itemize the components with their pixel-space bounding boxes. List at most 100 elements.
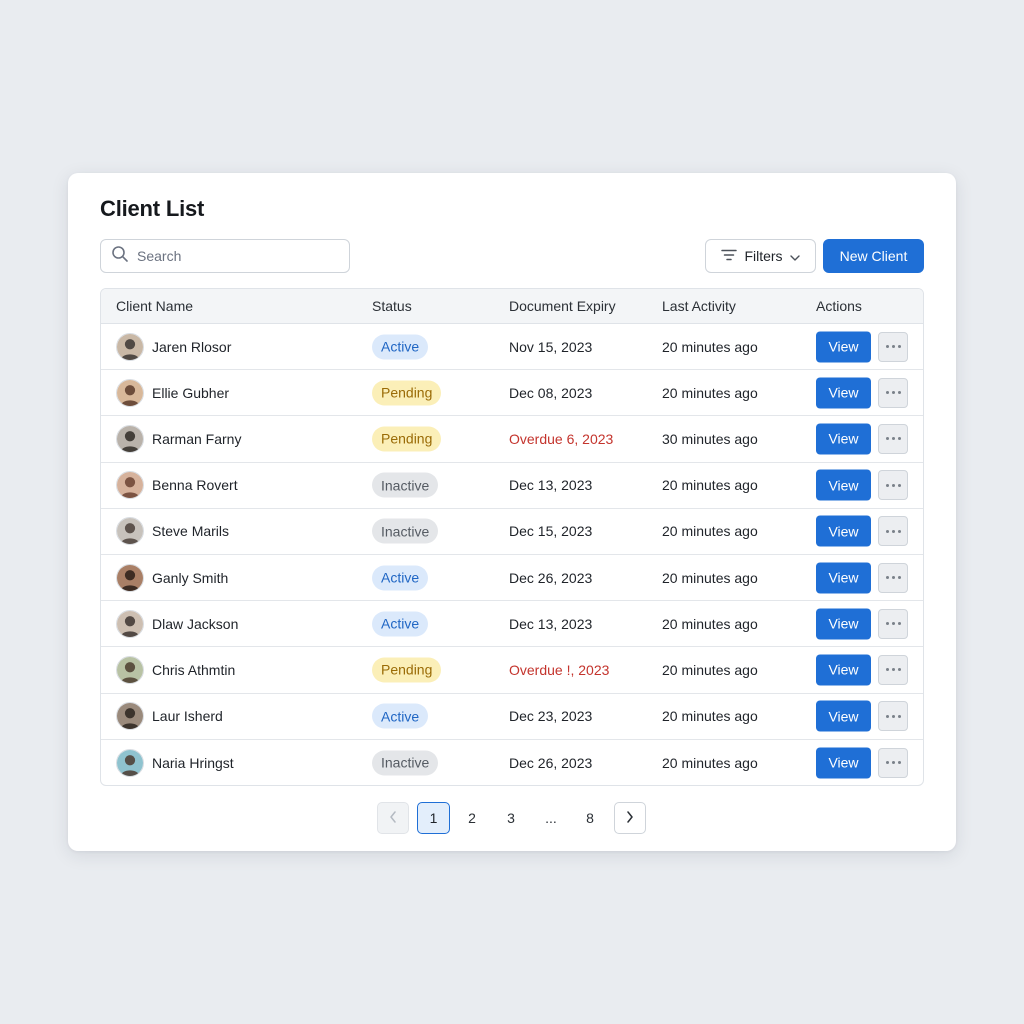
more-options-button[interactable]: [878, 331, 908, 362]
pagination-page-8[interactable]: 8: [575, 802, 605, 834]
pagination-ellipsis: ...: [545, 810, 557, 826]
table-row[interactable]: Ganly Smith Active Dec 26, 2023 20 minutes …: [101, 555, 923, 602]
more-options-button[interactable]: [878, 701, 908, 732]
client-name[interactable]: Naria Hringst: [152, 755, 234, 771]
more-options-button[interactable]: [878, 470, 908, 501]
table-row[interactable]: Jaren Rlosor Active Nov 15, 2023 20 minutes…: [101, 324, 923, 371]
client-name[interactable]: Ganly Smith: [152, 570, 228, 586]
table-row[interactable]: Steve Marils Inactive Dec 15, 2023 20 minut…: [101, 509, 923, 555]
pagination-page-3[interactable]: 3: [496, 802, 526, 834]
more-options-button[interactable]: [878, 747, 908, 778]
pagination-next-button[interactable]: [614, 802, 646, 834]
more-horizontal-icon: [884, 345, 902, 349]
last-activity: 30 minutes ago: [662, 430, 758, 447]
document-expiry: Overdue 6, 2023: [509, 430, 614, 447]
client-name[interactable]: Jaren Rlosor: [152, 339, 231, 355]
search-icon: [111, 245, 129, 268]
column-header-last-activity[interactable]: Last Activity: [662, 298, 736, 314]
more-horizontal-icon: [884, 437, 902, 441]
client-name[interactable]: Rarman Farny: [152, 431, 241, 447]
view-button[interactable]: View: [816, 654, 871, 686]
column-header-status[interactable]: Status: [372, 298, 412, 314]
more-horizontal-icon: [884, 483, 902, 487]
more-horizontal-icon: [884, 761, 902, 765]
new-client-button[interactable]: New Client: [823, 239, 924, 273]
client-name[interactable]: Laur Isherd: [152, 708, 223, 724]
table-row[interactable]: Ellie Gubher Pending Dec 08, 2023 20 minute…: [101, 370, 923, 417]
table-row[interactable]: Naria Hringst Inactive Dec 26, 2023 20 minu…: [101, 740, 923, 785]
more-horizontal-icon: [884, 529, 902, 533]
document-expiry: Dec 13, 2023: [509, 477, 593, 494]
pagination: 1 2 3 ... 8: [68, 802, 956, 834]
pagination-page-1[interactable]: 1: [417, 802, 450, 834]
search-box[interactable]: [100, 239, 350, 273]
more-horizontal-icon: [884, 714, 902, 718]
more-options-button[interactable]: [878, 562, 908, 593]
view-button[interactable]: View: [816, 747, 871, 779]
avatar: [116, 471, 144, 500]
more-options-button[interactable]: [878, 377, 908, 408]
client-list-card: Client List Filters New Client Client Na…: [68, 173, 956, 851]
more-options-button[interactable]: [878, 654, 908, 685]
column-header-client-name[interactable]: Client Name: [116, 298, 193, 314]
avatar: [116, 655, 144, 684]
table-row[interactable]: Rarman Farny Pending Overdue 6, 2023 30 min…: [101, 416, 923, 463]
client-table: Client Name Status Document Expiry Last …: [100, 288, 924, 786]
table-row[interactable]: Dlaw Jackson Active Dec 13, 2023 20 minutes…: [101, 601, 923, 648]
status-badge: Active: [372, 703, 429, 729]
status-badge: Active: [372, 611, 429, 637]
client-name[interactable]: Steve Marils: [152, 523, 229, 539]
document-expiry: Dec 15, 2023: [509, 523, 593, 540]
chevron-left-icon: [389, 810, 397, 826]
view-button[interactable]: View: [816, 700, 871, 732]
last-activity: 20 minutes ago: [662, 477, 758, 494]
view-button[interactable]: View: [816, 423, 871, 455]
more-horizontal-icon: [884, 668, 902, 672]
view-button[interactable]: View: [816, 469, 871, 501]
view-button[interactable]: View: [816, 515, 871, 547]
more-options-button[interactable]: [878, 423, 908, 454]
view-button[interactable]: View: [816, 377, 871, 409]
status-badge: Pending: [372, 657, 442, 683]
avatar: [116, 517, 144, 546]
client-name[interactable]: Dlaw Jackson: [152, 616, 238, 632]
column-header-document-expiry[interactable]: Document Expiry: [509, 298, 616, 314]
document-expiry: Dec 26, 2023: [509, 754, 593, 771]
avatar: [116, 748, 144, 777]
table-row[interactable]: Benna Rovert Inactive Dec 13, 2023 20 minut…: [101, 463, 923, 509]
table-row[interactable]: Chris Athmtin Pending Overdue !, 2023 20 mi…: [101, 647, 923, 694]
client-name[interactable]: Ellie Gubher: [152, 385, 229, 401]
more-horizontal-icon: [884, 576, 902, 580]
more-horizontal-icon: [884, 391, 902, 395]
column-header-actions: Actions: [816, 298, 862, 314]
last-activity: 20 minutes ago: [662, 708, 758, 725]
view-button[interactable]: View: [816, 331, 871, 363]
chevron-down-icon: [789, 248, 800, 264]
last-activity: 20 minutes ago: [662, 384, 758, 401]
pagination-prev-button[interactable]: [377, 802, 409, 834]
more-horizontal-icon: [884, 622, 902, 626]
document-expiry: Dec 26, 2023: [509, 569, 593, 586]
status-badge: Inactive: [372, 518, 439, 544]
table-row[interactable]: Laur Isherd Active Dec 23, 2023 20 minutes …: [101, 694, 923, 740]
client-name[interactable]: Benna Rovert: [152, 477, 238, 493]
last-activity: 20 minutes ago: [662, 661, 758, 678]
document-expiry: Dec 08, 2023: [509, 384, 593, 401]
filters-button[interactable]: Filters: [705, 239, 816, 273]
page-title: Client List: [100, 196, 205, 221]
more-options-button[interactable]: [878, 516, 908, 547]
avatar: [116, 424, 144, 453]
view-button[interactable]: View: [816, 562, 871, 594]
avatar: [116, 609, 144, 638]
filters-label: Filters: [744, 248, 783, 264]
search-input[interactable]: [137, 248, 337, 264]
status-badge: Active: [372, 565, 429, 591]
pagination-page-2[interactable]: 2: [457, 802, 487, 834]
client-name[interactable]: Chris Athmtin: [152, 662, 235, 678]
view-button[interactable]: View: [816, 608, 871, 640]
status-badge: Inactive: [372, 750, 439, 776]
table-body: Jaren Rlosor Active Nov 15, 2023 20 minutes…: [101, 324, 923, 785]
more-options-button[interactable]: [878, 608, 908, 639]
status-badge: Active: [372, 334, 429, 360]
avatar: [116, 702, 144, 731]
